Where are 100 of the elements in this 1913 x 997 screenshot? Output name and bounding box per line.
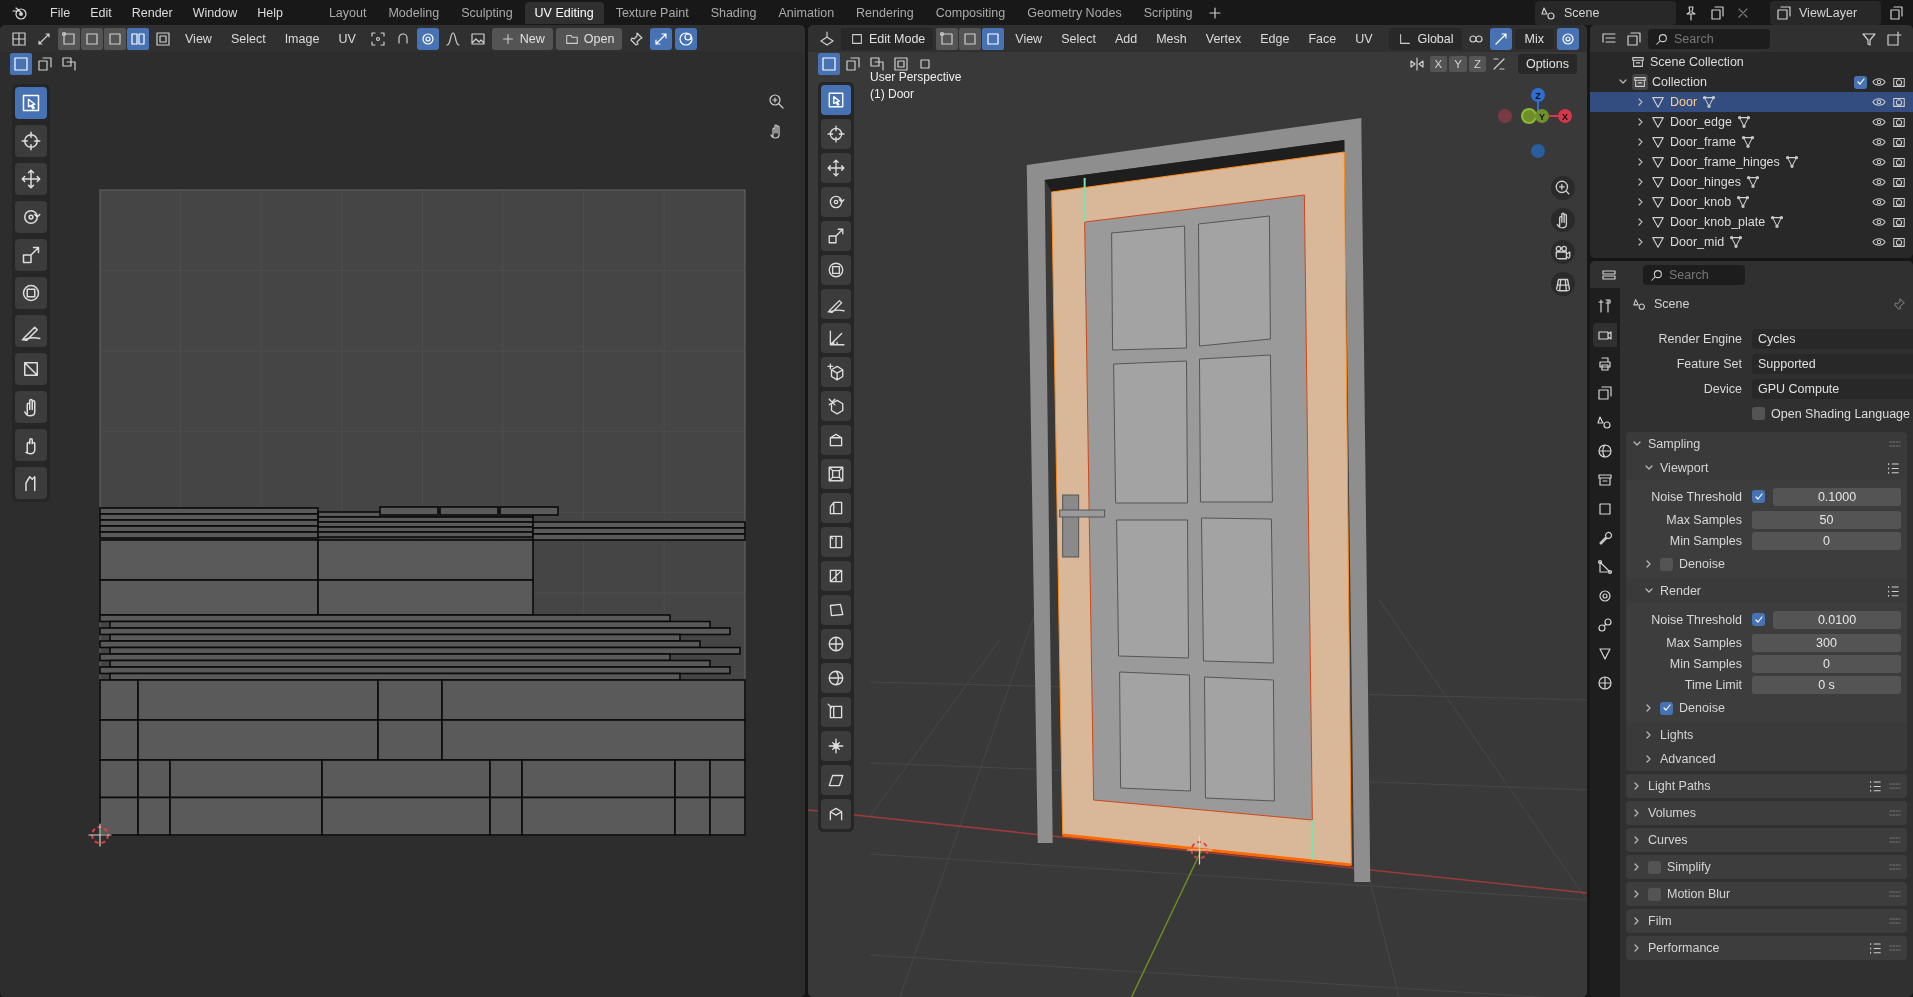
transform-tool-icon[interactable] <box>821 255 851 285</box>
panel-header[interactable]: Motion Blur <box>1626 882 1907 906</box>
number-field[interactable]: 0 s <box>1752 676 1901 694</box>
subpanel-header[interactable]: Advanced <box>1626 747 1907 771</box>
presets-icon[interactable] <box>1885 583 1901 599</box>
hand-icon[interactable] <box>1551 208 1575 232</box>
workspace-tab[interactable]: UV Editing <box>524 1 604 24</box>
select-tool-icon[interactable] <box>15 87 47 119</box>
menu-item[interactable]: File <box>42 2 79 23</box>
workspace-tab[interactable]: Compositing <box>925 1 1016 24</box>
checkbox[interactable] <box>1752 613 1765 626</box>
drag-handle-icon[interactable] <box>1889 782 1901 790</box>
presets-icon[interactable] <box>1867 778 1883 794</box>
menu-item[interactable]: Image <box>276 28 328 49</box>
workspace-tab[interactable]: Layout <box>318 1 377 24</box>
gizmo-icon[interactable] <box>650 27 673 50</box>
search-field[interactable]: Search <box>1648 28 1770 49</box>
panel-header[interactable]: Simplify <box>1626 855 1907 879</box>
zoom-icon[interactable] <box>1551 176 1575 200</box>
presets-icon[interactable] <box>1867 940 1883 956</box>
scale-tool-icon[interactable] <box>821 221 851 251</box>
workspace-tab[interactable]: Scripting <box>1133 1 1203 24</box>
measure-tool-icon[interactable] <box>821 323 851 353</box>
mesh-data-icon[interactable] <box>1735 194 1752 210</box>
add-cube-tool-icon[interactable] <box>821 357 851 387</box>
mesh-data-icon[interactable] <box>1769 214 1786 230</box>
cursor-icon[interactable] <box>88 823 112 847</box>
drag-handle-icon[interactable] <box>1889 890 1901 898</box>
shrink-tool-icon[interactable] <box>821 731 851 761</box>
cursor-tool-icon[interactable] <box>15 125 47 157</box>
tree-row[interactable]: Door_mid <box>1590 232 1913 252</box>
dropdown[interactable]: GPU Compute <box>1752 378 1913 399</box>
rotate-tool-icon[interactable] <box>15 201 47 233</box>
view-layer-selector[interactable]: ViewLayer <box>1770 0 1881 25</box>
panel-header[interactable]: Light Paths <box>1626 774 1907 798</box>
checkbox[interactable] <box>1752 490 1765 503</box>
workspace-tab[interactable]: Modeling <box>378 1 450 24</box>
extrude-tool-icon[interactable] <box>821 425 851 455</box>
uv-layout-drawing[interactable] <box>99 506 746 836</box>
menu-item[interactable]: Face <box>1300 28 1345 49</box>
drag-handle-icon[interactable] <box>1889 944 1901 952</box>
menu-item[interactable]: Add <box>1106 28 1146 49</box>
scene-selector[interactable]: Scene <box>1535 0 1676 25</box>
tree-row[interactable]: Door_knob <box>1590 192 1913 212</box>
number-field[interactable]: 300 <box>1752 634 1901 652</box>
menu-item[interactable]: Edit <box>82 2 120 23</box>
drag-handle-icon[interactable] <box>1889 836 1901 844</box>
axis-toggle[interactable]: Z <box>1468 56 1486 72</box>
rotate-tool-icon[interactable] <box>821 187 851 217</box>
number-field[interactable]: 50 <box>1752 511 1901 529</box>
checkbox[interactable] <box>1752 407 1765 420</box>
tree-row[interactable]: Door_knob_plate <box>1590 212 1913 232</box>
rip-tool-icon[interactable] <box>15 353 47 385</box>
menu-item[interactable]: Render <box>123 2 181 23</box>
spin-tool-icon[interactable] <box>821 629 851 659</box>
relax-tool-icon[interactable] <box>15 429 47 461</box>
mesh-data-icon[interactable] <box>1740 134 1756 150</box>
open-image-button[interactable]: Open <box>555 27 623 50</box>
workspace-tab[interactable]: Sculpting <box>451 1 523 24</box>
cursor-icon[interactable] <box>1186 835 1213 865</box>
island-select-mode-icon[interactable] <box>127 27 149 50</box>
edge-slide-tool-icon[interactable] <box>821 697 851 727</box>
tree-row[interactable]: Scene Collection <box>1590 52 1913 72</box>
snap-target-dropdown[interactable]: Mix <box>1514 28 1554 49</box>
panel-header[interactable]: Curves <box>1626 828 1907 852</box>
subpanel-header[interactable]: Render <box>1626 579 1907 603</box>
move-tool-icon[interactable] <box>821 153 851 183</box>
axis-toggle[interactable]: X <box>1429 56 1448 72</box>
tree-row[interactable]: Door_frame_hinges <box>1590 152 1913 172</box>
menu-item[interactable]: Vertex <box>1197 28 1250 49</box>
grid-icon[interactable] <box>1551 272 1575 296</box>
mesh-data-icon[interactable] <box>1744 174 1761 190</box>
subpanel-header[interactable]: Lights <box>1626 723 1907 747</box>
presets-icon[interactable] <box>1885 460 1901 476</box>
cube-cut-tool-icon[interactable] <box>821 391 851 421</box>
menu-item[interactable]: View <box>1007 28 1051 49</box>
select-tool-icon[interactable] <box>821 85 851 115</box>
new-image-button[interactable]: New <box>491 27 553 50</box>
panel-header[interactable]: Performance <box>1626 936 1907 960</box>
menu-item[interactable]: Window <box>184 2 246 23</box>
mesh-data-icon[interactable] <box>1735 114 1752 130</box>
drag-handle-icon[interactable] <box>1889 863 1901 871</box>
bevel-tool-icon[interactable] <box>821 493 851 523</box>
dropdown[interactable]: Cycles <box>1752 328 1913 349</box>
menu-item[interactable]: UV <box>330 28 364 49</box>
grab-tool-icon[interactable] <box>15 391 47 423</box>
tree-row[interactable]: Door_hinges <box>1590 172 1913 192</box>
tree-row[interactable]: Collection <box>1590 72 1913 92</box>
drag-handle-icon[interactable] <box>1889 809 1901 817</box>
tree-row[interactable]: Door <box>1590 92 1913 112</box>
tree-row[interactable]: Door_edge <box>1590 112 1913 132</box>
workspace-tab[interactable]: Shading <box>700 1 767 24</box>
knife-tool-icon[interactable] <box>821 561 851 591</box>
options-dropdown[interactable]: Options <box>1517 54 1577 74</box>
drag-handle-icon[interactable] <box>1889 440 1901 448</box>
tree-row[interactable]: Door_frame <box>1590 132 1913 152</box>
mesh-data-icon[interactable] <box>1783 154 1800 170</box>
inset-tool-icon[interactable] <box>821 459 851 489</box>
panel-header[interactable]: Film <box>1626 909 1907 933</box>
poly-build-tool-icon[interactable] <box>821 595 851 625</box>
